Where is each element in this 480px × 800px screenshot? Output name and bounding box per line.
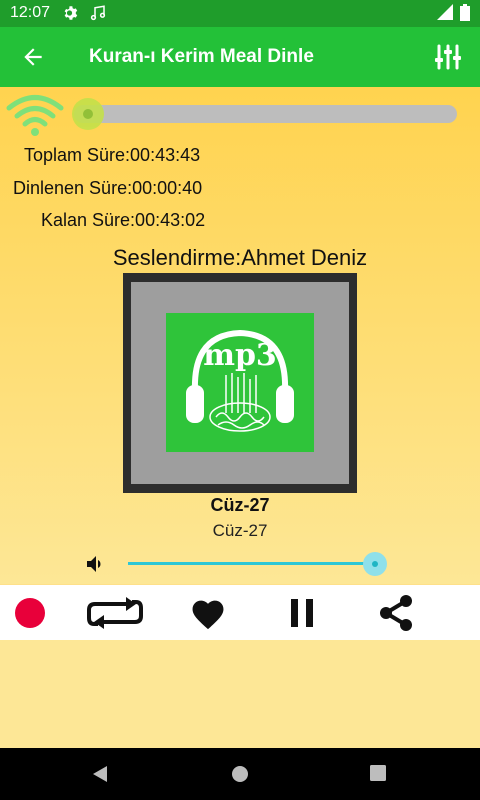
volume-thumb[interactable] [363, 552, 387, 576]
seek-thumb[interactable] [72, 98, 104, 130]
record-icon [15, 597, 45, 628]
svg-text:mp3: mp3 [203, 338, 277, 373]
record-button[interactable] [10, 585, 50, 640]
nav-back-icon[interactable] [90, 764, 110, 789]
pause-button[interactable] [282, 585, 322, 640]
listened-time-label: Dinlenen Süre:00:00:40 [13, 178, 203, 198]
gear-icon [62, 4, 80, 27]
nav-recents-icon[interactable] [369, 764, 387, 787]
heart-icon [192, 600, 224, 629]
page-title: Kuran-ı Kerim Meal Dinle [89, 46, 314, 67]
music-note-icon [88, 4, 108, 27]
wifi-icon [6, 93, 64, 137]
status-bar: 12:07 [0, 0, 480, 27]
seek-bar[interactable] [74, 105, 457, 123]
mp3-headphones-logo: mp3 [186, 329, 294, 432]
playback-controls [0, 585, 480, 640]
equalizer-icon[interactable] [434, 43, 462, 71]
empty-area [0, 640, 480, 748]
back-arrow-icon[interactable] [20, 44, 46, 70]
volume-icon [84, 552, 108, 576]
track-title: Cüz-27 [210, 495, 270, 515]
pause-icon [291, 598, 313, 627]
narrator-label: Seslendirme:Ahmet Deniz [112, 245, 368, 270]
repeat-button[interactable] [84, 585, 146, 640]
track-subtitle: Cüz-27 [212, 521, 268, 540]
share-icon [380, 594, 412, 631]
remaining-time-label: Kalan Süre:00:43:02 [41, 210, 206, 230]
system-nav-bar [0, 748, 480, 800]
share-button[interactable] [374, 585, 418, 640]
battery-icon [460, 4, 470, 26]
album-cover-art: mp3 [166, 313, 314, 452]
nav-home-icon[interactable] [230, 764, 250, 789]
favorite-button[interactable] [186, 585, 230, 640]
player-panel: Toplam Süre:00:43:43 Dinlenen Süre:00:00… [0, 87, 480, 584]
app-bar: Kuran-ı Kerim Meal Dinle [0, 27, 480, 87]
repeat-icon [87, 596, 143, 629]
total-time-label: Toplam Süre:00:43:43 [24, 145, 201, 165]
volume-slider[interactable] [128, 562, 374, 565]
signal-icon [437, 4, 453, 25]
status-time: 12:07 [10, 4, 51, 21]
